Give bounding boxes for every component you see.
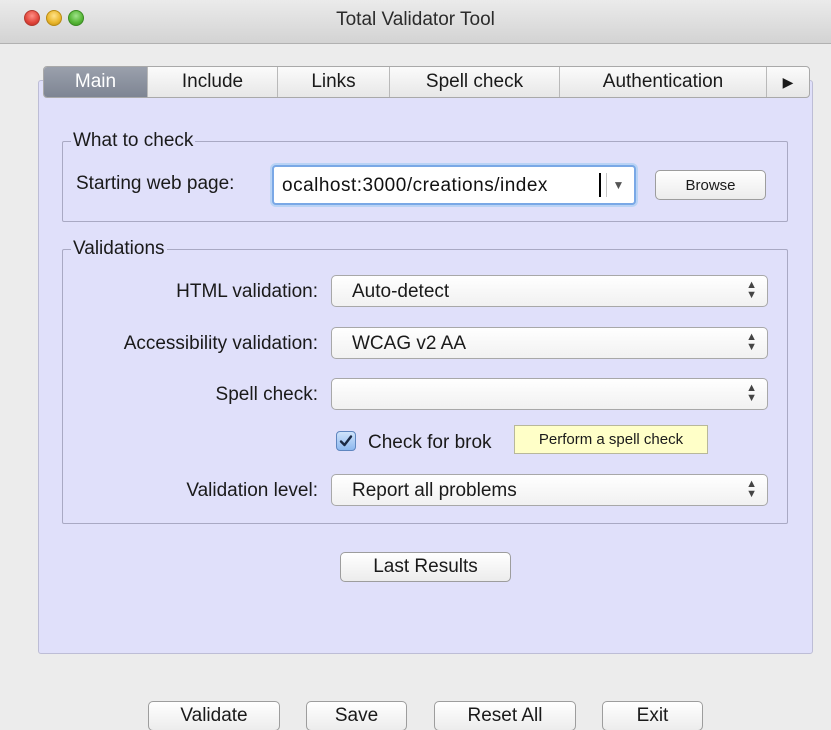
title-bar: Total Validator Tool (0, 0, 831, 44)
chevron-down-icon[interactable]: ▼ (606, 173, 630, 197)
html-validation-label: HTML validation: (176, 281, 318, 302)
starting-page-input[interactable]: ocalhost:3000/creations/index (282, 175, 548, 197)
broken-links-label: Check for brok (368, 432, 492, 453)
validation-level-value: Report all problems (352, 480, 517, 501)
validations-legend: Validations (73, 238, 165, 259)
window-title: Total Validator Tool (336, 9, 495, 30)
tabs-scroll-right-button[interactable]: ▶ (767, 67, 809, 97)
accessibility-validation-select[interactable]: WCAG v2 AA ▲ ▼ (331, 327, 768, 359)
tab-main[interactable]: Main (44, 67, 148, 97)
starting-page-combo[interactable]: ocalhost:3000/creations/index ▼ (272, 165, 636, 205)
accessibility-validation-value: WCAG v2 AA (352, 333, 467, 354)
updown-arrows-icon: ▲ ▼ (746, 331, 757, 353)
text-caret (599, 173, 601, 197)
validation-level-label: Validation level: (186, 480, 318, 501)
broken-links-checkbox[interactable] (336, 431, 356, 451)
validate-button[interactable]: Validate (148, 701, 280, 730)
updown-arrows-icon: ▲ ▼ (746, 279, 757, 301)
html-validation-value: Auto-detect (352, 281, 450, 302)
tab-include[interactable]: Include (148, 67, 278, 97)
tab-authentication[interactable]: Authentication (560, 67, 767, 97)
validation-level-select[interactable]: Report all problems ▲ ▼ (331, 474, 768, 506)
tab-links[interactable]: Links (278, 67, 390, 97)
updown-arrows-icon: ▲ ▼ (746, 478, 757, 500)
triangle-right-icon: ▶ (782, 73, 794, 90)
spell-check-tooltip: Perform a spell check (514, 425, 708, 454)
browse-button[interactable]: Browse (655, 170, 766, 200)
reset-all-button[interactable]: Reset All (434, 701, 576, 730)
save-button[interactable]: Save (306, 701, 407, 730)
tab-spell-check[interactable]: Spell check (390, 67, 560, 97)
tab-bar: Main Include Links Spell check Authentic… (43, 66, 810, 98)
spell-check-select[interactable]: ▲ ▼ (331, 378, 768, 410)
accessibility-validation-label: Accessibility validation: (123, 333, 318, 354)
starting-page-label: Starting web page: (76, 173, 235, 194)
exit-button[interactable]: Exit (602, 701, 703, 730)
last-results-button[interactable]: Last Results (340, 552, 511, 582)
checkmark-icon (339, 435, 353, 447)
html-validation-select[interactable]: Auto-detect ▲ ▼ (331, 275, 768, 307)
updown-arrows-icon: ▲ ▼ (746, 382, 757, 404)
what-to-check-legend: What to check (73, 130, 194, 151)
spell-check-label: Spell check: (215, 384, 318, 405)
